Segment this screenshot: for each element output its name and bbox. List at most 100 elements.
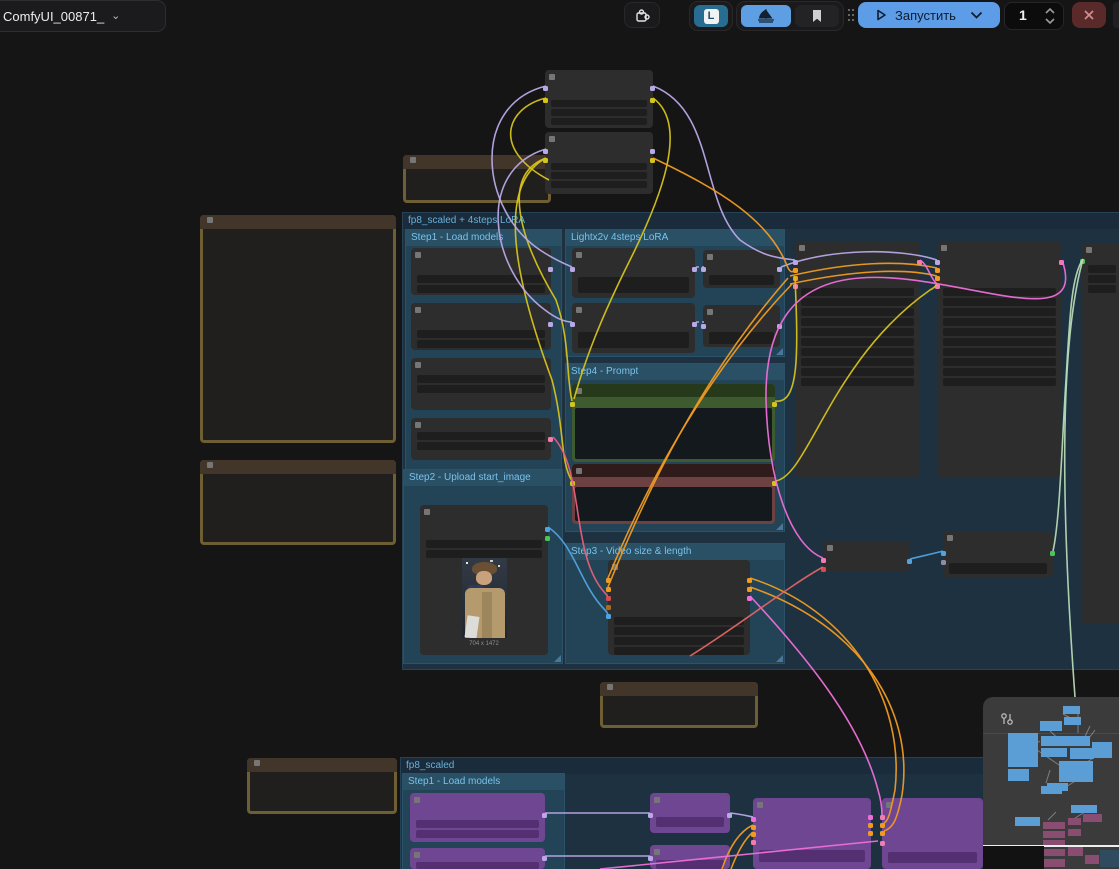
output-slot[interactable] bbox=[692, 322, 697, 327]
node-widget[interactable] bbox=[943, 318, 1056, 326]
output-slot[interactable] bbox=[747, 596, 752, 601]
collapse-icon[interactable] bbox=[941, 245, 947, 251]
node-widget[interactable] bbox=[417, 385, 545, 393]
note-node[interactable] bbox=[247, 758, 397, 814]
run-button[interactable]: Запустить bbox=[858, 2, 1000, 28]
input-slot[interactable] bbox=[606, 614, 611, 619]
input-slot[interactable] bbox=[570, 481, 575, 486]
node[interactable] bbox=[793, 241, 922, 477]
collapse-icon[interactable] bbox=[827, 545, 833, 551]
prompt-textarea[interactable] bbox=[575, 408, 772, 459]
output-slot[interactable] bbox=[777, 267, 782, 272]
output-slot[interactable] bbox=[907, 559, 912, 564]
output-slot[interactable] bbox=[650, 149, 655, 154]
input-slot[interactable] bbox=[751, 817, 756, 822]
node-widget[interactable] bbox=[417, 340, 545, 348]
node-widget[interactable] bbox=[943, 358, 1056, 366]
node[interactable] bbox=[543, 70, 655, 128]
collapse-icon[interactable] bbox=[415, 422, 421, 428]
output-slot[interactable] bbox=[692, 267, 697, 272]
node-widget[interactable] bbox=[943, 368, 1056, 376]
collapse-icon[interactable] bbox=[254, 760, 260, 766]
node[interactable] bbox=[570, 303, 697, 353]
drag-handle-icon[interactable] bbox=[847, 8, 855, 22]
node[interactable]: 704 x 1472 bbox=[420, 505, 550, 655]
collapse-icon[interactable] bbox=[757, 802, 763, 808]
chevron-down-icon[interactable] bbox=[970, 11, 983, 19]
node-widget[interactable] bbox=[1088, 285, 1116, 293]
input-slot[interactable] bbox=[648, 813, 653, 818]
node[interactable] bbox=[411, 418, 553, 460]
node[interactable] bbox=[570, 384, 777, 462]
input-slot[interactable] bbox=[751, 825, 756, 830]
node-widget[interactable] bbox=[801, 338, 914, 346]
node[interactable] bbox=[880, 798, 983, 869]
collapse-icon[interactable] bbox=[707, 309, 713, 315]
input-slot[interactable] bbox=[701, 324, 706, 329]
note-node[interactable] bbox=[200, 460, 396, 545]
input-slot[interactable] bbox=[880, 841, 885, 846]
minimap[interactable] bbox=[983, 697, 1119, 869]
node-widget[interactable] bbox=[943, 308, 1056, 316]
node-widget[interactable] bbox=[551, 109, 647, 116]
output-slot[interactable] bbox=[772, 481, 777, 486]
node-widget[interactable] bbox=[801, 308, 914, 316]
output-slot[interactable] bbox=[542, 856, 547, 861]
input-slot[interactable] bbox=[543, 98, 548, 103]
node-widget[interactable] bbox=[943, 348, 1056, 356]
node-widget[interactable] bbox=[426, 540, 542, 548]
node-widget[interactable] bbox=[943, 298, 1056, 306]
collapse-icon[interactable] bbox=[415, 252, 421, 258]
output-slot[interactable] bbox=[727, 813, 732, 818]
input-slot[interactable] bbox=[606, 578, 611, 583]
node-widget[interactable] bbox=[551, 118, 647, 125]
node[interactable] bbox=[821, 541, 912, 572]
node-widget[interactable] bbox=[801, 368, 914, 376]
node-widget[interactable] bbox=[416, 862, 539, 869]
node-widget[interactable] bbox=[801, 378, 914, 386]
node-widget[interactable] bbox=[801, 298, 914, 306]
node-widget[interactable] bbox=[709, 332, 774, 344]
node-widget[interactable] bbox=[416, 830, 539, 838]
node[interactable] bbox=[410, 793, 547, 842]
output-slot[interactable] bbox=[650, 158, 655, 163]
node[interactable] bbox=[411, 303, 553, 350]
node-widget[interactable] bbox=[614, 637, 744, 645]
input-slot[interactable] bbox=[793, 260, 798, 265]
node-widget[interactable] bbox=[551, 172, 647, 179]
node-widget[interactable] bbox=[551, 163, 647, 170]
input-slot[interactable] bbox=[606, 587, 611, 592]
node-widget[interactable] bbox=[417, 285, 545, 293]
collapse-icon[interactable] bbox=[415, 307, 421, 313]
prompt-textarea[interactable] bbox=[575, 487, 772, 521]
start-image-preview[interactable] bbox=[462, 558, 507, 638]
note-node[interactable] bbox=[600, 682, 758, 728]
input-slot[interactable] bbox=[606, 596, 611, 601]
node-widget[interactable] bbox=[943, 328, 1056, 336]
node-widget[interactable] bbox=[417, 275, 545, 283]
collapse-icon[interactable] bbox=[207, 217, 213, 223]
node-widget[interactable] bbox=[417, 330, 545, 338]
note-node[interactable] bbox=[403, 155, 551, 203]
toolbar-overflow-button[interactable] bbox=[1113, 2, 1119, 28]
node[interactable] bbox=[411, 248, 553, 295]
note-node[interactable] bbox=[200, 215, 396, 443]
node[interactable] bbox=[543, 132, 655, 194]
output-slot[interactable] bbox=[868, 823, 873, 828]
input-slot[interactable] bbox=[1080, 259, 1085, 264]
node-widget[interactable] bbox=[943, 288, 1056, 296]
collapse-icon[interactable] bbox=[207, 462, 213, 468]
node[interactable] bbox=[701, 250, 782, 288]
input-slot[interactable] bbox=[570, 267, 575, 272]
workflow-tab[interactable]: ComfyUI_00871_ ⌄ bbox=[0, 0, 166, 32]
collapse-icon[interactable] bbox=[607, 684, 613, 690]
collapse-icon[interactable] bbox=[415, 362, 421, 368]
group-resize-handle[interactable] bbox=[776, 523, 783, 530]
output-slot[interactable] bbox=[868, 831, 873, 836]
input-slot[interactable] bbox=[793, 268, 798, 273]
node[interactable] bbox=[410, 848, 547, 869]
input-slot[interactable] bbox=[570, 322, 575, 327]
node-widget[interactable] bbox=[614, 647, 744, 655]
node-widget[interactable] bbox=[417, 432, 545, 440]
node-widget[interactable] bbox=[614, 617, 744, 625]
